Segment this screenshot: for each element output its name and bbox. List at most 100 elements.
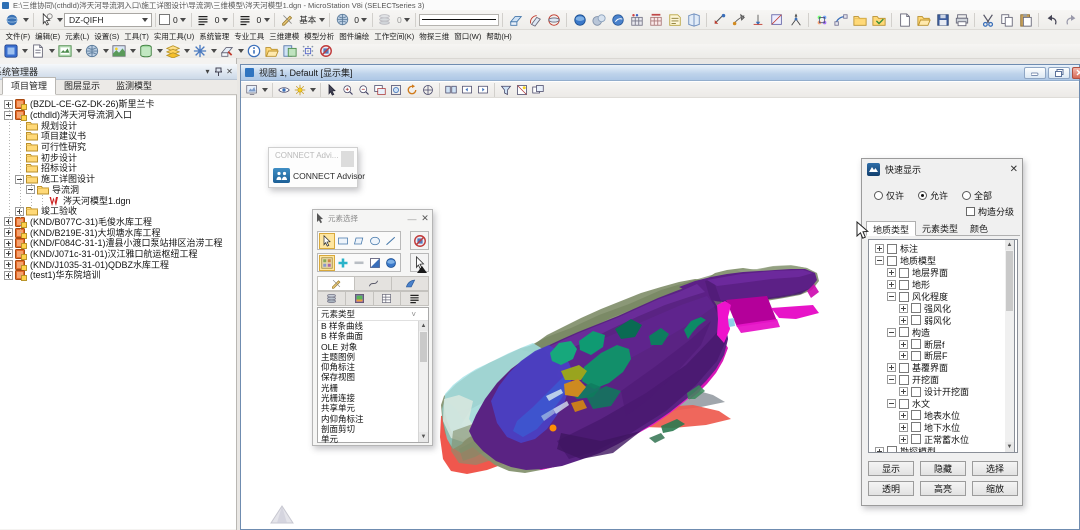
quick-display-button-缩放[interactable]: 缩放 [972,481,1018,496]
checkbox-icon[interactable] [899,327,909,337]
menu-item-7[interactable]: 专业工具 [232,30,267,44]
dropdown-arrow-icon[interactable] [21,13,30,26]
selection-dialog-title-bar[interactable]: 元素选择 — ✕ [313,210,432,227]
view-prev-icon[interactable] [461,84,473,96]
view-next-icon[interactable] [477,84,489,96]
quick-display-button-选择[interactable]: 选择 [972,461,1018,476]
checkbox-icon[interactable] [911,315,921,325]
checkbox-icon[interactable] [911,387,921,397]
eye-icon[interactable] [278,84,290,96]
selection-pointer-button[interactable] [319,233,335,249]
locks-icon[interactable] [220,44,234,58]
cellgrid-icon[interactable] [630,13,644,27]
measure2-icon[interactable] [732,13,746,27]
checkbox-icon[interactable] [911,339,921,349]
line-weight-icon[interactable] [239,14,251,26]
dropdown-arrow-icon[interactable] [101,45,110,58]
quick-display-tree-row[interactable]: 风化程度 [869,291,1017,303]
models-icon[interactable] [4,44,18,58]
quick-display-close-icon[interactable]: ✕ [1010,164,1018,175]
folderopen-icon[interactable] [917,13,931,27]
cellgrid2-icon[interactable] [649,13,663,27]
selection-line-button[interactable] [383,233,399,249]
element-type-item[interactable]: 光栅连接 [318,393,419,403]
selection-tab-table[interactable] [374,291,402,306]
tree-row[interactable]: 项目建议书 [0,131,236,142]
element-type-item[interactable]: 保存视图 [318,372,419,382]
levels-icon[interactable] [166,44,180,58]
structure-grading-checkbox[interactable]: 构造分级 [966,205,1014,218]
quick-display-tree-row[interactable]: 地下水位 [869,421,1017,433]
quick-display-tree-row[interactable]: 地表水位 [869,409,1017,421]
tree-row[interactable]: 规划设计 [0,120,236,131]
tree-row[interactable]: 竣工验收 [0,206,236,217]
expand-icon[interactable] [899,351,908,360]
quick-display-tree-row[interactable]: 地层界面 [869,267,1017,279]
menu-item-11[interactable]: 工作空间(K) [372,30,417,44]
menu-item-10[interactable]: 图件编绘 [337,30,372,44]
redo-icon[interactable] [1064,13,1078,27]
clip-mask-icon[interactable] [516,84,528,96]
menu-item-2[interactable]: 元素(L) [63,30,92,44]
undo-icon[interactable] [1045,13,1059,27]
selection-tab-curve[interactable] [355,276,392,291]
dropdown-arrow-icon[interactable] [128,45,137,58]
collapse-icon[interactable] [887,375,896,384]
collapse-icon[interactable] [887,328,896,337]
dropdown-arrow-icon[interactable] [182,45,191,58]
quick-display-tab-1[interactable]: 元素类型 [916,221,964,235]
checkbox-icon[interactable] [887,244,897,254]
line-style-icon[interactable] [197,14,209,26]
checkbox-icon[interactable] [899,268,909,278]
dropdown-arrow-icon[interactable] [20,45,29,58]
element-type-item[interactable]: 单元 [318,434,419,444]
floppy-icon[interactable] [936,13,950,27]
selection-poly-button[interactable] [351,233,367,249]
scroll-up-icon[interactable]: ▲ [1005,240,1014,250]
link1-icon[interactable] [815,13,829,27]
solid1-icon[interactable] [509,13,523,27]
checkbox-icon[interactable] [899,399,909,409]
list-scrollbar[interactable]: ▲ ▼ [418,321,428,442]
tree-row[interactable]: (KND/F084C-31-1)澧县小渡口泵站排区治涝工程 [0,238,236,249]
expand-icon[interactable] [899,316,908,325]
quick-display-tree-row[interactable]: 水文 [869,398,1017,410]
quick-display-tree-row[interactable]: 强风化 [869,302,1017,314]
dropdown-arrow-icon[interactable] [360,13,369,26]
view-close-button[interactable] [1072,67,1080,79]
quick-display-tree-row[interactable]: 断层F [869,350,1017,362]
folder-icon[interactable] [853,13,867,27]
quick-display-tree-row[interactable]: 基覆界面 [869,362,1017,374]
explorer-tab-1[interactable]: 图层显示 [56,78,108,94]
expand-icon[interactable] [899,304,908,313]
scroll-down-icon[interactable]: ▼ [419,432,428,442]
win-area-icon[interactable] [374,84,386,96]
sphere3-icon[interactable] [611,13,625,27]
expand-icon[interactable] [899,435,908,444]
new-selection-button[interactable] [410,231,429,250]
collapse-arrow-icon[interactable] [417,266,427,273]
element-type-item[interactable]: 共享单元 [318,403,419,413]
menu-item-6[interactable]: 系统管理 [197,30,232,44]
quick-display-button-隐藏[interactable]: 隐藏 [920,461,966,476]
checkbox-icon[interactable] [911,434,921,444]
folderopen-icon[interactable] [265,44,279,58]
rotate-icon[interactable] [406,84,418,96]
scissors-icon[interactable] [981,13,995,27]
element-type-item[interactable]: 仰角标注 [318,362,419,372]
noentry-icon[interactable] [319,44,333,58]
selection-rect-button[interactable] [335,233,351,249]
expand-icon[interactable] [875,244,884,253]
tree-row[interactable]: (KND/J071c-31-01)汉江雅口航运枢纽工程 [0,249,236,260]
select-a-icon[interactable] [326,84,338,96]
menu-item-4[interactable]: 工具(T) [122,30,152,44]
collapse-icon[interactable] [887,399,896,408]
expand-icon[interactable] [899,340,908,349]
element-type-item[interactable]: OLE 对象 [318,342,419,352]
window2-icon[interactable] [283,44,297,58]
view-restore-button[interactable] [1048,67,1070,79]
sun-icon[interactable] [294,84,306,96]
quick-display-tab-0[interactable]: 地质类型 [866,221,916,236]
expand-icon[interactable] [899,423,908,432]
priority-icon[interactable] [378,13,391,26]
